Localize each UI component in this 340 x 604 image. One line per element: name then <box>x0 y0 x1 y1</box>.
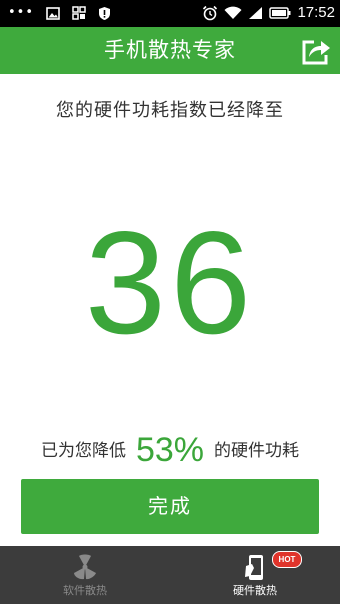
tab-hardware-cooling[interactable]: HOT 硬件散热 <box>170 546 340 604</box>
hot-badge: HOT <box>272 551 302 568</box>
headline-text: 您的硬件功耗指数已经降至 <box>56 100 284 121</box>
tab-label: 硬件散热 <box>233 584 277 597</box>
more-notifications-icon: ••• <box>8 5 35 20</box>
title-bar: 手机散热专家 <box>0 27 340 74</box>
image-icon <box>46 6 60 20</box>
share-icon <box>302 40 330 65</box>
reduction-result: 已为您降低 53% 的硬件功耗 <box>0 424 340 468</box>
reduction-percent: 53% <box>135 431 205 469</box>
app-title: 手机散热专家 <box>104 38 236 62</box>
signal-icon <box>249 7 263 19</box>
status-time: 17:52 <box>297 4 335 21</box>
bottom-nav: 软件散热 HOT 硬件散热 <box>0 546 340 604</box>
status-left-icons: ••• <box>8 5 111 21</box>
wifi-icon <box>224 6 242 19</box>
result-suffix: 的硬件功耗 <box>214 441 300 461</box>
phone-hand-icon <box>245 555 263 580</box>
fan-icon <box>74 554 96 580</box>
result-prefix: 已为您降低 <box>40 441 126 461</box>
tab-label: 软件散热 <box>63 584 107 597</box>
done-button[interactable]: 完成 <box>21 479 319 534</box>
share-button[interactable] <box>300 35 332 67</box>
status-bar: ••• 17:52 <box>0 0 340 27</box>
status-right-icons: 17:52 <box>202 4 335 22</box>
battery-icon <box>269 7 291 19</box>
alarm-icon <box>203 5 218 21</box>
power-index-score: 36 <box>84 201 256 364</box>
tab-software-cooling[interactable]: 软件散热 <box>0 546 170 604</box>
app-grid-icon <box>72 6 86 20</box>
shield-icon <box>99 6 111 20</box>
